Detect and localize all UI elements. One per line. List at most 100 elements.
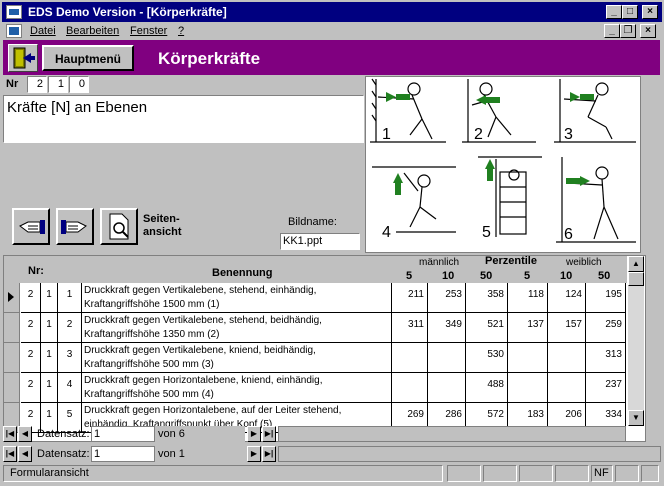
row-name-cell[interactable]: Druckkraft gegen Vertikalebene, stehend,… — [82, 283, 392, 313]
pct-f10-header: 10 — [560, 270, 573, 282]
row-value-cell-6[interactable]: 195 — [586, 283, 626, 313]
next-record-nav-button[interactable]: ▶ — [247, 426, 261, 442]
main-last-record-button[interactable]: ▶| — [262, 446, 276, 462]
row-value-cell-5[interactable] — [548, 373, 586, 403]
last-record-button[interactable]: ▶| — [262, 426, 276, 442]
row-value-cell-3[interactable]: 358 — [466, 283, 508, 313]
mdi-restore-button[interactable]: ❐ — [620, 24, 636, 38]
mdi-close-button[interactable]: × — [640, 24, 656, 38]
row-nr-cell-3[interactable]: 3 — [58, 343, 82, 373]
row-nr-cell-2[interactable]: 1 — [41, 283, 58, 313]
row-nr-cell-2[interactable]: 1 — [41, 343, 58, 373]
row-nr-cell-2[interactable]: 1 — [41, 313, 58, 343]
row-value-cell-1[interactable] — [392, 373, 428, 403]
table-row[interactable]: 2 1 4 Druckkraft gegen Horizontalebene, kni… — [4, 373, 627, 403]
row-value-cell-4[interactable]: 137 — [508, 313, 548, 343]
first-record-button[interactable]: |◀ — [3, 426, 17, 442]
main-prev-record-button[interactable]: ◀ — [18, 446, 32, 462]
menu-fenster[interactable]: Fenster — [130, 25, 167, 37]
minimize-button[interactable]: _ — [606, 5, 622, 19]
row-value-cell-5[interactable]: 124 — [548, 283, 586, 313]
main-menu-button[interactable]: Hauptmenü — [42, 45, 134, 71]
menu-bar: Datei Bearbeiten Fenster ? — [0, 22, 664, 40]
row-value-cell-4[interactable]: 118 — [508, 283, 548, 313]
subform-record-navigator: |◀ ◀ Datensatz: 1 von 6 ▶ ▶| — [3, 426, 626, 443]
row-name-cell[interactable]: Druckkraft gegen Horizontalebene, kniend… — [82, 373, 392, 403]
row-value-cell-3[interactable]: 530 — [466, 343, 508, 373]
table-row[interactable]: 2 1 3 Druckkraft gegen Vertikalebene, knien… — [4, 343, 627, 373]
status-text: Formularansicht — [3, 465, 443, 482]
row-value-cell-1[interactable]: 311 — [392, 313, 428, 343]
row-value-cell-2[interactable]: 349 — [428, 313, 466, 343]
row-value-cell-1[interactable]: 211 — [392, 283, 428, 313]
next-record-button[interactable] — [56, 208, 94, 245]
row-nr-cell-1[interactable]: 2 — [21, 313, 41, 343]
page-view-button[interactable] — [100, 208, 138, 245]
status-panel-1 — [447, 465, 481, 482]
nr-field-3[interactable]: 0 — [69, 76, 89, 93]
pct-f5-header: 5 — [524, 270, 531, 282]
main-record-navigator: |◀ ◀ Datensatz: 1 von 1 ▶ ▶| — [3, 446, 661, 463]
row-name-cell[interactable]: Druckkraft gegen Vertikalebene, stehend,… — [82, 313, 392, 343]
row-value-cell-2[interactable] — [428, 373, 466, 403]
document-icon[interactable] — [6, 24, 22, 38]
row-value-cell-6[interactable]: 237 — [586, 373, 626, 403]
row-selector[interactable] — [4, 313, 20, 343]
image-name-field[interactable]: KK1.ppt — [280, 233, 360, 250]
row-nr-cell-2[interactable]: 1 — [41, 373, 58, 403]
vertical-scrollbar[interactable]: ▲ ▼ — [628, 256, 644, 426]
row-name-cell[interactable]: Druckkraft gegen Vertikalebene, kniend, … — [82, 343, 392, 373]
nr-field-2[interactable]: 1 — [48, 76, 68, 93]
main-record-number-field[interactable]: 1 — [91, 446, 155, 462]
row-value-cell-2[interactable]: 253 — [428, 283, 466, 313]
row-selector[interactable] — [4, 283, 20, 313]
row-value-cell-1[interactable] — [392, 343, 428, 373]
col-name-header: Benennung — [212, 267, 273, 279]
nr-label: Nr — [6, 78, 19, 90]
scroll-down-button[interactable]: ▼ — [628, 410, 644, 426]
table-row[interactable]: 2 1 1 Druckkraft gegen Vertikalebene, stehe… — [4, 283, 627, 313]
record-number-field[interactable]: 1 — [91, 426, 155, 442]
row-value-cell-5[interactable]: 157 — [548, 313, 586, 343]
row-value-cell-3[interactable]: 521 — [466, 313, 508, 343]
main-first-record-button[interactable]: |◀ — [3, 446, 17, 462]
maximize-button[interactable]: □ — [622, 5, 638, 19]
row-value-cell-6[interactable]: 313 — [586, 343, 626, 373]
table-row[interactable]: 2 1 2 Druckkraft gegen Vertikalebene, stehe… — [4, 313, 627, 343]
main-record-label: Datensatz: — [37, 448, 90, 460]
row-selector[interactable] — [4, 343, 20, 373]
row-nr-cell-1[interactable]: 2 — [21, 283, 41, 313]
pct-m5-header: 5 — [406, 270, 413, 282]
main-horizontal-scrollbar[interactable] — [278, 446, 661, 462]
col-nr-header: Nr: — [28, 265, 44, 277]
row-nr-cell-3[interactable]: 4 — [58, 373, 82, 403]
body-force-figures-illustration: 1 2 3 4 5 6 — [370, 78, 636, 243]
menu-datei[interactable]: Datei — [30, 25, 56, 37]
exit-button[interactable] — [8, 44, 38, 72]
row-value-cell-4[interactable] — [508, 373, 548, 403]
menu-help[interactable]: ? — [178, 25, 184, 37]
row-value-cell-3[interactable]: 488 — [466, 373, 508, 403]
row-value-cell-6[interactable]: 259 — [586, 313, 626, 343]
previous-record-button[interactable] — [12, 208, 50, 245]
mdi-minimize-button[interactable]: _ — [604, 24, 620, 38]
app-icon[interactable] — [6, 5, 22, 19]
menu-bearbeiten[interactable]: Bearbeiten — [66, 25, 119, 37]
main-next-record-button[interactable]: ▶ — [247, 446, 261, 462]
row-nr-cell-3[interactable]: 2 — [58, 313, 82, 343]
row-value-cell-5[interactable] — [548, 343, 586, 373]
close-button[interactable]: × — [642, 5, 658, 19]
row-value-cell-4[interactable] — [508, 343, 548, 373]
nr-field-1[interactable]: 2 — [27, 76, 47, 93]
horizontal-scrollbar[interactable] — [278, 426, 626, 442]
row-nr-cell-3[interactable]: 1 — [58, 283, 82, 313]
row-nr-cell-1[interactable]: 2 — [21, 343, 41, 373]
description-field[interactable]: Kräfte [N] an Ebenen — [3, 95, 364, 143]
row-selector[interactable] — [4, 373, 20, 403]
row-value-cell-2[interactable] — [428, 343, 466, 373]
scroll-thumb[interactable] — [628, 272, 644, 286]
page-title: Körperkräfte — [158, 49, 261, 68]
prev-record-button[interactable]: ◀ — [18, 426, 32, 442]
row-nr-cell-1[interactable]: 2 — [21, 373, 41, 403]
scroll-up-button[interactable]: ▲ — [628, 256, 644, 272]
